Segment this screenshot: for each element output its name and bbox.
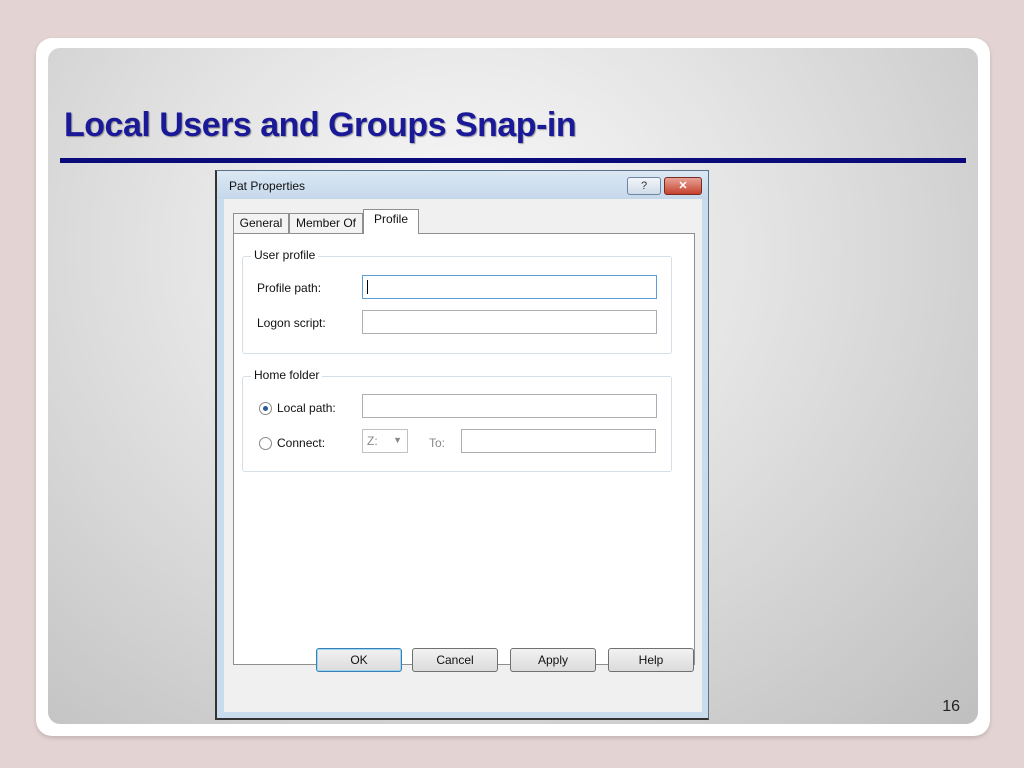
tab-member-of[interactable]: Member Of [289,213,363,233]
profile-path-input[interactable] [362,275,657,299]
home-folder-legend: Home folder [251,368,323,382]
help-icon[interactable]: ? [627,177,661,195]
local-path-input[interactable] [362,394,657,418]
tab-general[interactable]: General [233,213,289,233]
connect-to-input[interactable] [461,429,656,453]
title-underline [60,158,966,163]
user-profile-legend: User profile [251,248,319,262]
logon-script-input[interactable] [362,310,657,334]
logon-script-label: Logon script: [257,316,326,330]
profile-path-label: Profile path: [257,281,322,295]
text-caret [367,280,368,294]
properties-dialog: Pat Properties ? ✕ General Member Of Pro… [215,170,709,720]
help-button[interactable]: Help [608,648,694,672]
tab-profile[interactable]: Profile [363,209,419,234]
cancel-button[interactable]: Cancel [412,648,498,672]
chevron-down-icon: ▼ [393,435,402,445]
drive-letter-dropdown[interactable]: Z: ▼ [362,429,408,453]
connect-radio[interactable] [259,437,272,450]
close-icon[interactable]: ✕ [664,177,702,195]
apply-button[interactable]: Apply [510,648,596,672]
slide: Local Users and Groups Snap-in Pat Prope… [36,38,990,736]
slide-content: Local Users and Groups Snap-in Pat Prope… [48,48,978,724]
ok-button[interactable]: OK [316,648,402,672]
local-path-radio[interactable] [259,402,272,415]
user-profile-group: User profile Profile path: Logon script: [242,248,672,354]
dialog-title: Pat Properties [229,179,306,193]
dialog-client-area: General Member Of Profile User profile P… [224,199,702,712]
dialog-titlebar[interactable]: Pat Properties ? ✕ [217,171,708,199]
drive-letter-value: Z: [367,434,378,448]
connect-label[interactable]: Connect: [277,436,325,450]
local-path-label[interactable]: Local path: [277,401,336,415]
to-label: To: [429,436,446,450]
home-folder-group: Home folder Local path: Connect: Z: ▼ To… [242,368,672,472]
profile-tab-panel: User profile Profile path: Logon script:… [233,233,695,665]
slide-number: 16 [942,698,960,715]
slide-title: Local Users and Groups Snap-in [64,106,577,144]
